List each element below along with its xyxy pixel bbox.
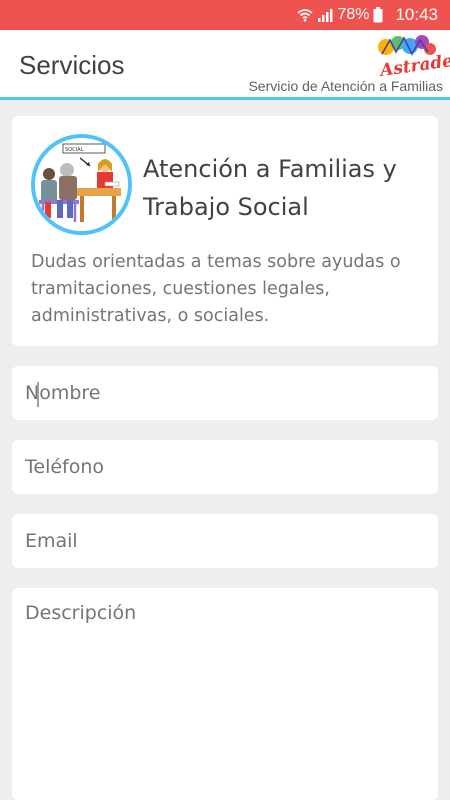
description-field-container (12, 588, 438, 800)
status-bar: 78% 10:43 (0, 0, 450, 30)
signal-icon (317, 8, 333, 22)
text-cursor (37, 382, 39, 407)
wifi-icon (297, 8, 314, 22)
app-bar: Servicios Astrade Servicio de Atención a… (0, 30, 450, 100)
service-description: Dudas orientadas a temas sobre ayudas o … (31, 252, 401, 326)
phone-input[interactable] (12, 440, 438, 494)
email-input[interactable] (12, 514, 438, 568)
email-field-container (12, 514, 438, 568)
phone-field-container (12, 440, 438, 494)
name-input[interactable] (12, 366, 438, 420)
astrade-logo: Astrade (372, 34, 450, 82)
name-field-container (12, 366, 438, 420)
image-sign-text: SOCIAL (65, 147, 83, 153)
page-title: Servicios (19, 50, 125, 80)
clock: 10:43 (395, 5, 438, 24)
service-title: Atención a Familias y Trabajo Social (143, 155, 397, 221)
app-subtitle: Servicio de Atención a Familias (248, 78, 443, 94)
service-card: SOCIAL Atención a Familias y Trabajo Soc… (12, 116, 438, 346)
social-worker-illustration: SOCIAL (31, 134, 132, 235)
battery-percentage: 78% (337, 6, 370, 23)
description-textarea[interactable] (12, 588, 438, 800)
battery-icon (373, 7, 383, 23)
